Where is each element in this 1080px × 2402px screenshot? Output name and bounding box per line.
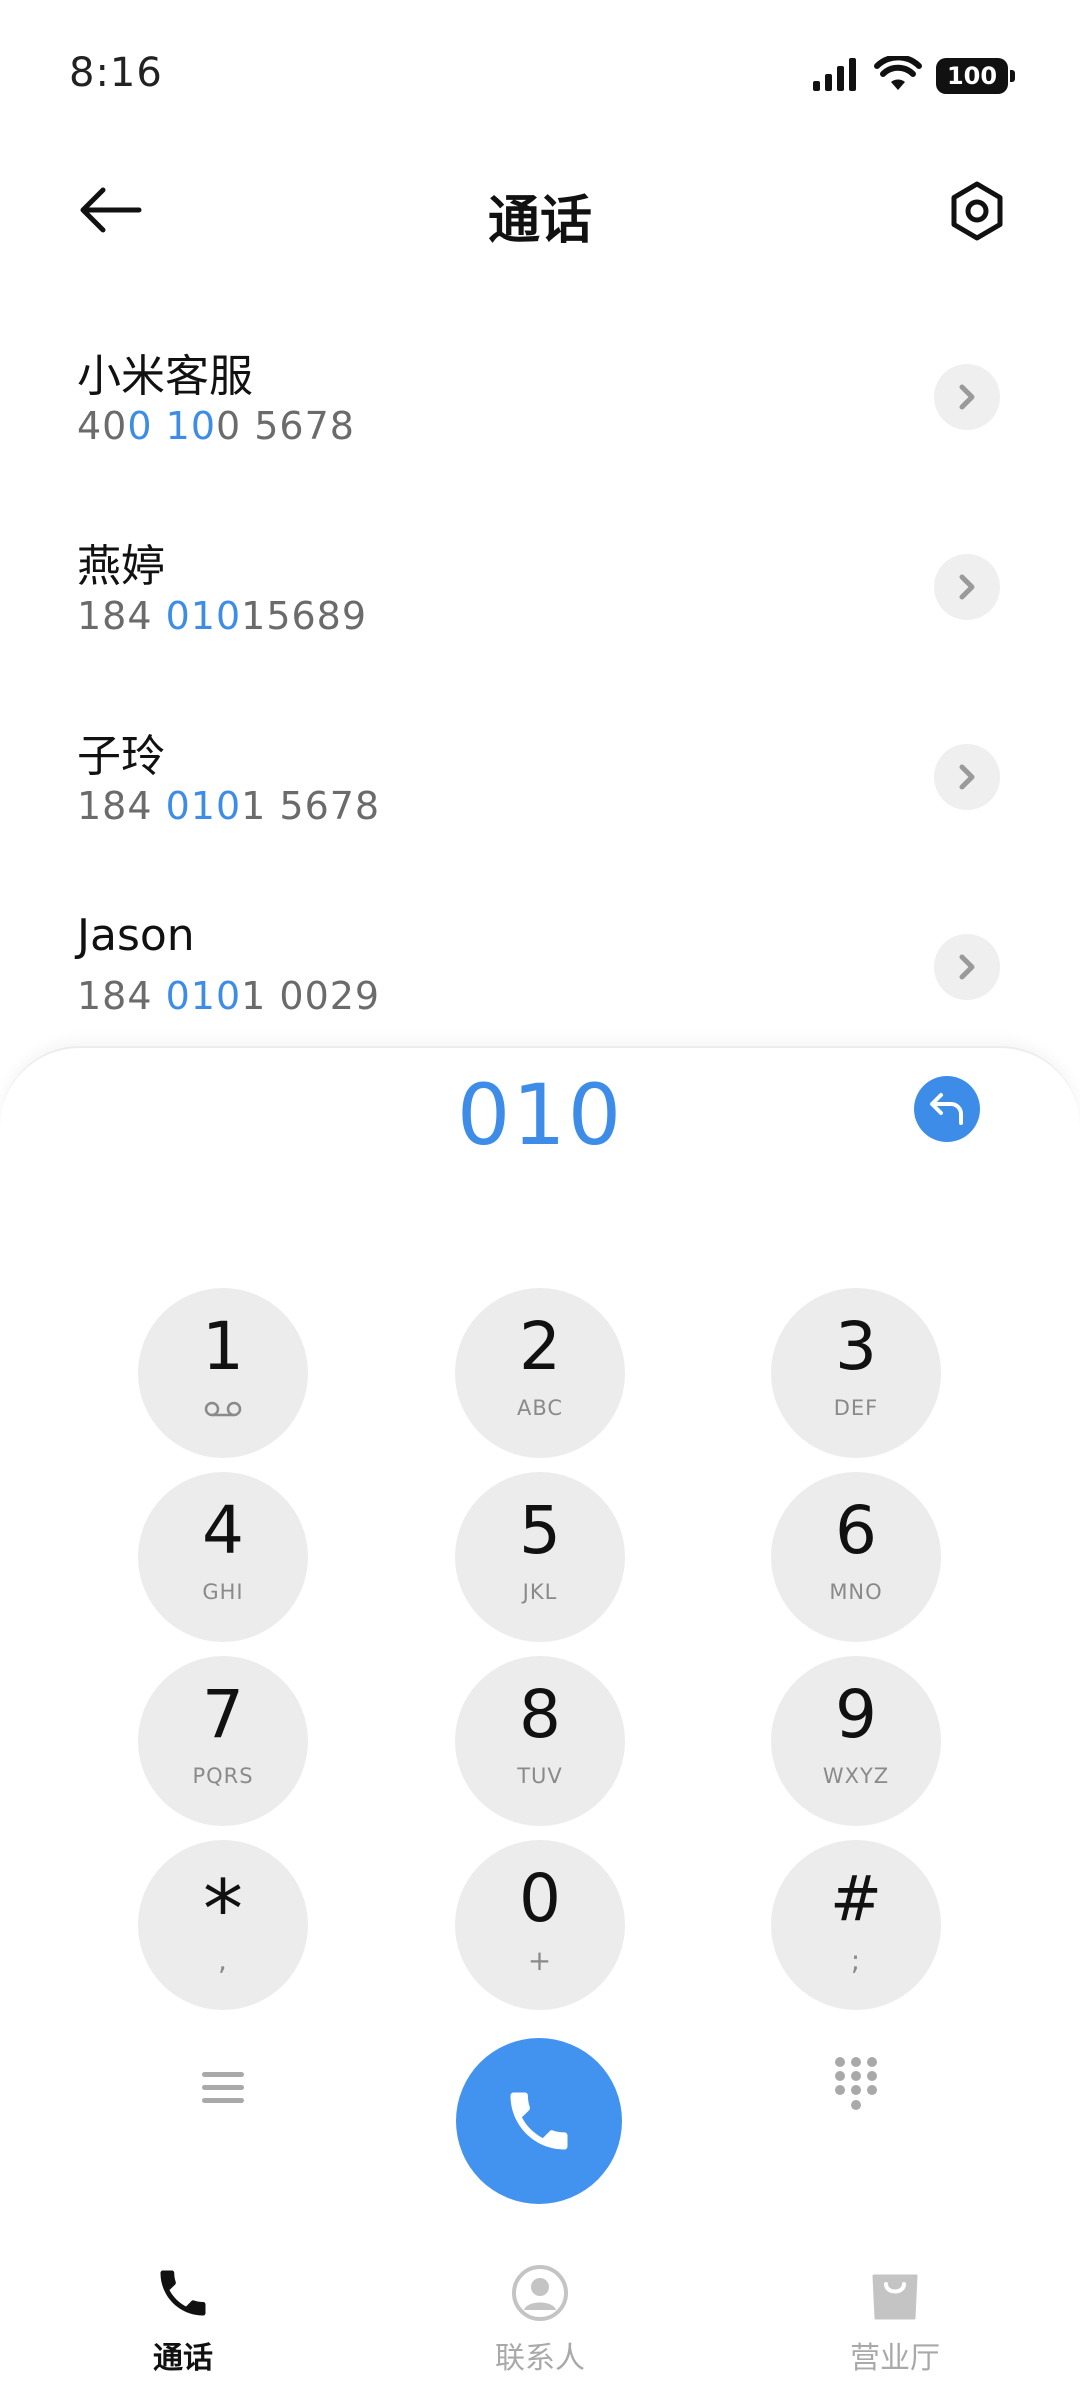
dial-key-8[interactable]: 8 TUV bbox=[455, 1656, 625, 1826]
dial-key-5[interactable]: 5 JKL bbox=[455, 1472, 625, 1642]
dial-key-2[interactable]: 2 ABC bbox=[455, 1288, 625, 1458]
nav-label: 联系人 bbox=[495, 2341, 585, 2376]
contact-name: 子玲 bbox=[77, 731, 165, 782]
chevron-right-icon bbox=[959, 574, 975, 600]
dial-key-7[interactable]: 7 PQRS bbox=[138, 1656, 308, 1826]
bottom-nav: 通话 联系人 营业厅 bbox=[0, 2245, 1080, 2402]
dial-key-3[interactable]: 3 DEF bbox=[771, 1288, 941, 1458]
voicemail-icon bbox=[204, 1401, 242, 1417]
person-icon bbox=[512, 2265, 568, 2321]
contact-row[interactable]: 燕婷 184 01015689 bbox=[0, 490, 1080, 680]
menu-button[interactable] bbox=[195, 2060, 251, 2116]
contact-detail-button[interactable] bbox=[934, 934, 1000, 1000]
settings-button[interactable] bbox=[942, 176, 1012, 246]
status-time: 8:16 bbox=[69, 50, 163, 96]
chevron-right-icon bbox=[959, 954, 975, 980]
nav-tab-calls[interactable]: 通话 bbox=[83, 2261, 283, 2377]
contact-name: 燕婷 bbox=[77, 541, 165, 592]
phone-icon bbox=[160, 2270, 206, 2316]
contact-number: 400 100 5678 bbox=[77, 404, 355, 448]
dial-key-4[interactable]: 4 GHI bbox=[138, 1472, 308, 1642]
nav-tab-store[interactable]: 营业厅 bbox=[795, 2261, 995, 2377]
nav-label: 营业厅 bbox=[850, 2341, 940, 2376]
contact-row[interactable]: 子玲 184 0101 5678 bbox=[0, 680, 1080, 870]
signal-icon bbox=[812, 57, 860, 95]
chevron-right-icon bbox=[959, 764, 975, 790]
contact-suggestion-list: 小米客服 400 100 5678 燕婷 184 01015689 子玲 184… bbox=[0, 300, 1080, 1060]
wifi-icon bbox=[874, 54, 922, 96]
dial-key-hash[interactable]: # ; bbox=[771, 1840, 941, 2010]
contact-detail-button[interactable] bbox=[934, 364, 1000, 430]
menu-icon bbox=[202, 2072, 244, 2103]
page-title: 通话 bbox=[487, 191, 592, 251]
dial-key-0[interactable]: 0 + bbox=[455, 1840, 625, 2010]
header: 通话 bbox=[0, 150, 1080, 270]
backspace-button[interactable] bbox=[914, 1076, 980, 1142]
undo-arrow-icon bbox=[930, 1093, 963, 1125]
status-bar: 8:16 100 bbox=[0, 0, 1080, 150]
chevron-right-icon bbox=[959, 384, 975, 410]
dial-key-9[interactable]: 9 WXYZ bbox=[771, 1656, 941, 1826]
contact-row[interactable]: Jason 184 0101 0029 bbox=[0, 870, 1080, 1060]
contact-number: 184 0101 0029 bbox=[77, 974, 381, 1018]
phone-icon bbox=[510, 2092, 568, 2150]
contact-name: 小米客服 bbox=[77, 351, 253, 402]
contact-detail-button[interactable] bbox=[934, 744, 1000, 810]
contact-detail-button[interactable] bbox=[934, 554, 1000, 620]
contact-number: 184 01015689 bbox=[77, 594, 368, 638]
dial-key-star[interactable]: * , bbox=[138, 1840, 308, 2010]
battery-indicator: 100 bbox=[936, 58, 1015, 94]
shopping-bag-icon bbox=[872, 2274, 918, 2320]
contact-row[interactable]: 小米客服 400 100 5678 bbox=[0, 300, 1080, 490]
nav-label: 通话 bbox=[153, 2341, 213, 2376]
dialpad-icon bbox=[835, 2057, 877, 2110]
contact-name: Jason bbox=[77, 910, 195, 961]
dial-key-6[interactable]: 6 MNO bbox=[771, 1472, 941, 1642]
status-icons: 100 bbox=[812, 54, 1015, 96]
call-button[interactable] bbox=[456, 2038, 622, 2204]
gear-icon bbox=[951, 181, 1003, 241]
keypad-toggle-button[interactable] bbox=[826, 2052, 886, 2116]
nav-tab-contacts[interactable]: 联系人 bbox=[440, 2261, 640, 2377]
contact-number: 184 0101 5678 bbox=[77, 784, 381, 828]
dial-key-1[interactable]: 1 bbox=[138, 1288, 308, 1458]
